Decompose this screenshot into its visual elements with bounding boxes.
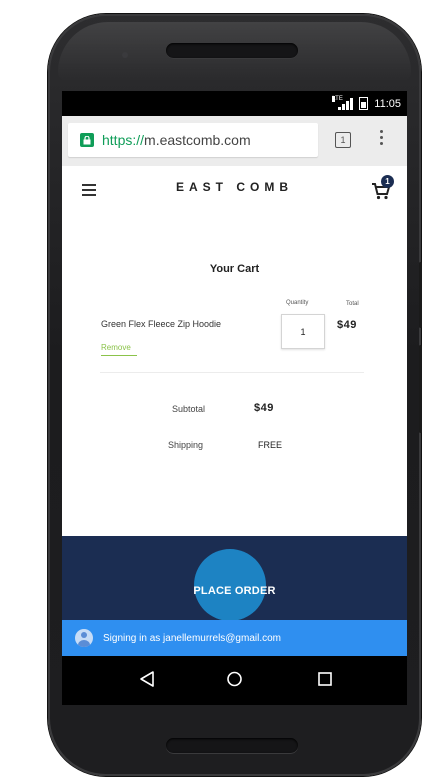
- remove-item-link[interactable]: Remove: [101, 343, 137, 356]
- quantity-input[interactable]: 1: [281, 314, 325, 349]
- power-button: [419, 345, 422, 433]
- url-host: m.eastcomb.com: [144, 132, 251, 148]
- bottom-speaker: [166, 738, 298, 753]
- tab-switcher-icon[interactable]: 1: [335, 132, 351, 148]
- signal-icon: LTE: [332, 95, 354, 110]
- phone-screen: LTE 11:05 https://m.eastcomb.com 1 EAST …: [62, 91, 407, 705]
- url-text: https://m.eastcomb.com: [102, 132, 251, 148]
- recents-icon[interactable]: [317, 670, 333, 688]
- browser-toolbar: https://m.eastcomb.com 1: [62, 116, 407, 166]
- android-nav-bar: [62, 656, 407, 705]
- battery-icon: [359, 97, 369, 110]
- google-signin-bar[interactable]: Signing in as janellemurrels@gmail.com: [62, 620, 407, 656]
- tab-count: 1: [340, 135, 346, 145]
- checkout-panel: PLACE ORDER: [62, 536, 407, 621]
- front-camera: [122, 52, 128, 58]
- shipping-value: FREE: [258, 440, 283, 450]
- lock-icon: [80, 133, 94, 147]
- status-time: 11:05: [374, 97, 401, 110]
- volume-button: [419, 262, 422, 328]
- overflow-menu-icon[interactable]: [380, 130, 384, 148]
- network-label: LTE: [332, 95, 343, 102]
- cart-title: Your Cart: [209, 263, 260, 275]
- address-bar[interactable]: https://m.eastcomb.com: [68, 123, 318, 157]
- account-avatar-icon: [75, 629, 93, 647]
- home-icon[interactable]: [226, 670, 243, 688]
- subtotal-value: $49: [254, 402, 274, 414]
- top-speaker: [166, 43, 298, 58]
- total-column-header: Total: [346, 301, 359, 307]
- place-order-button[interactable]: PLACE ORDER: [62, 585, 407, 597]
- site-header: EAST COMB 1: [62, 166, 407, 211]
- quantity-column-header: Quantity: [286, 300, 309, 306]
- url-scheme: https://: [102, 132, 145, 148]
- subtotal-label: Subtotal: [172, 404, 206, 414]
- back-icon[interactable]: [139, 670, 155, 688]
- brand-logo[interactable]: EAST COMB: [62, 180, 407, 194]
- signin-text: Signing in as janellemurrels@gmail.com: [103, 632, 282, 644]
- status-bar: LTE 11:05: [62, 91, 407, 116]
- cart-count-badge: 1: [381, 175, 394, 188]
- cart-divider: [100, 372, 364, 373]
- item-name: Green Flex Fleece Zip Hoodie: [101, 319, 222, 329]
- shipping-label: Shipping: [168, 440, 204, 450]
- item-total: $49: [337, 319, 357, 331]
